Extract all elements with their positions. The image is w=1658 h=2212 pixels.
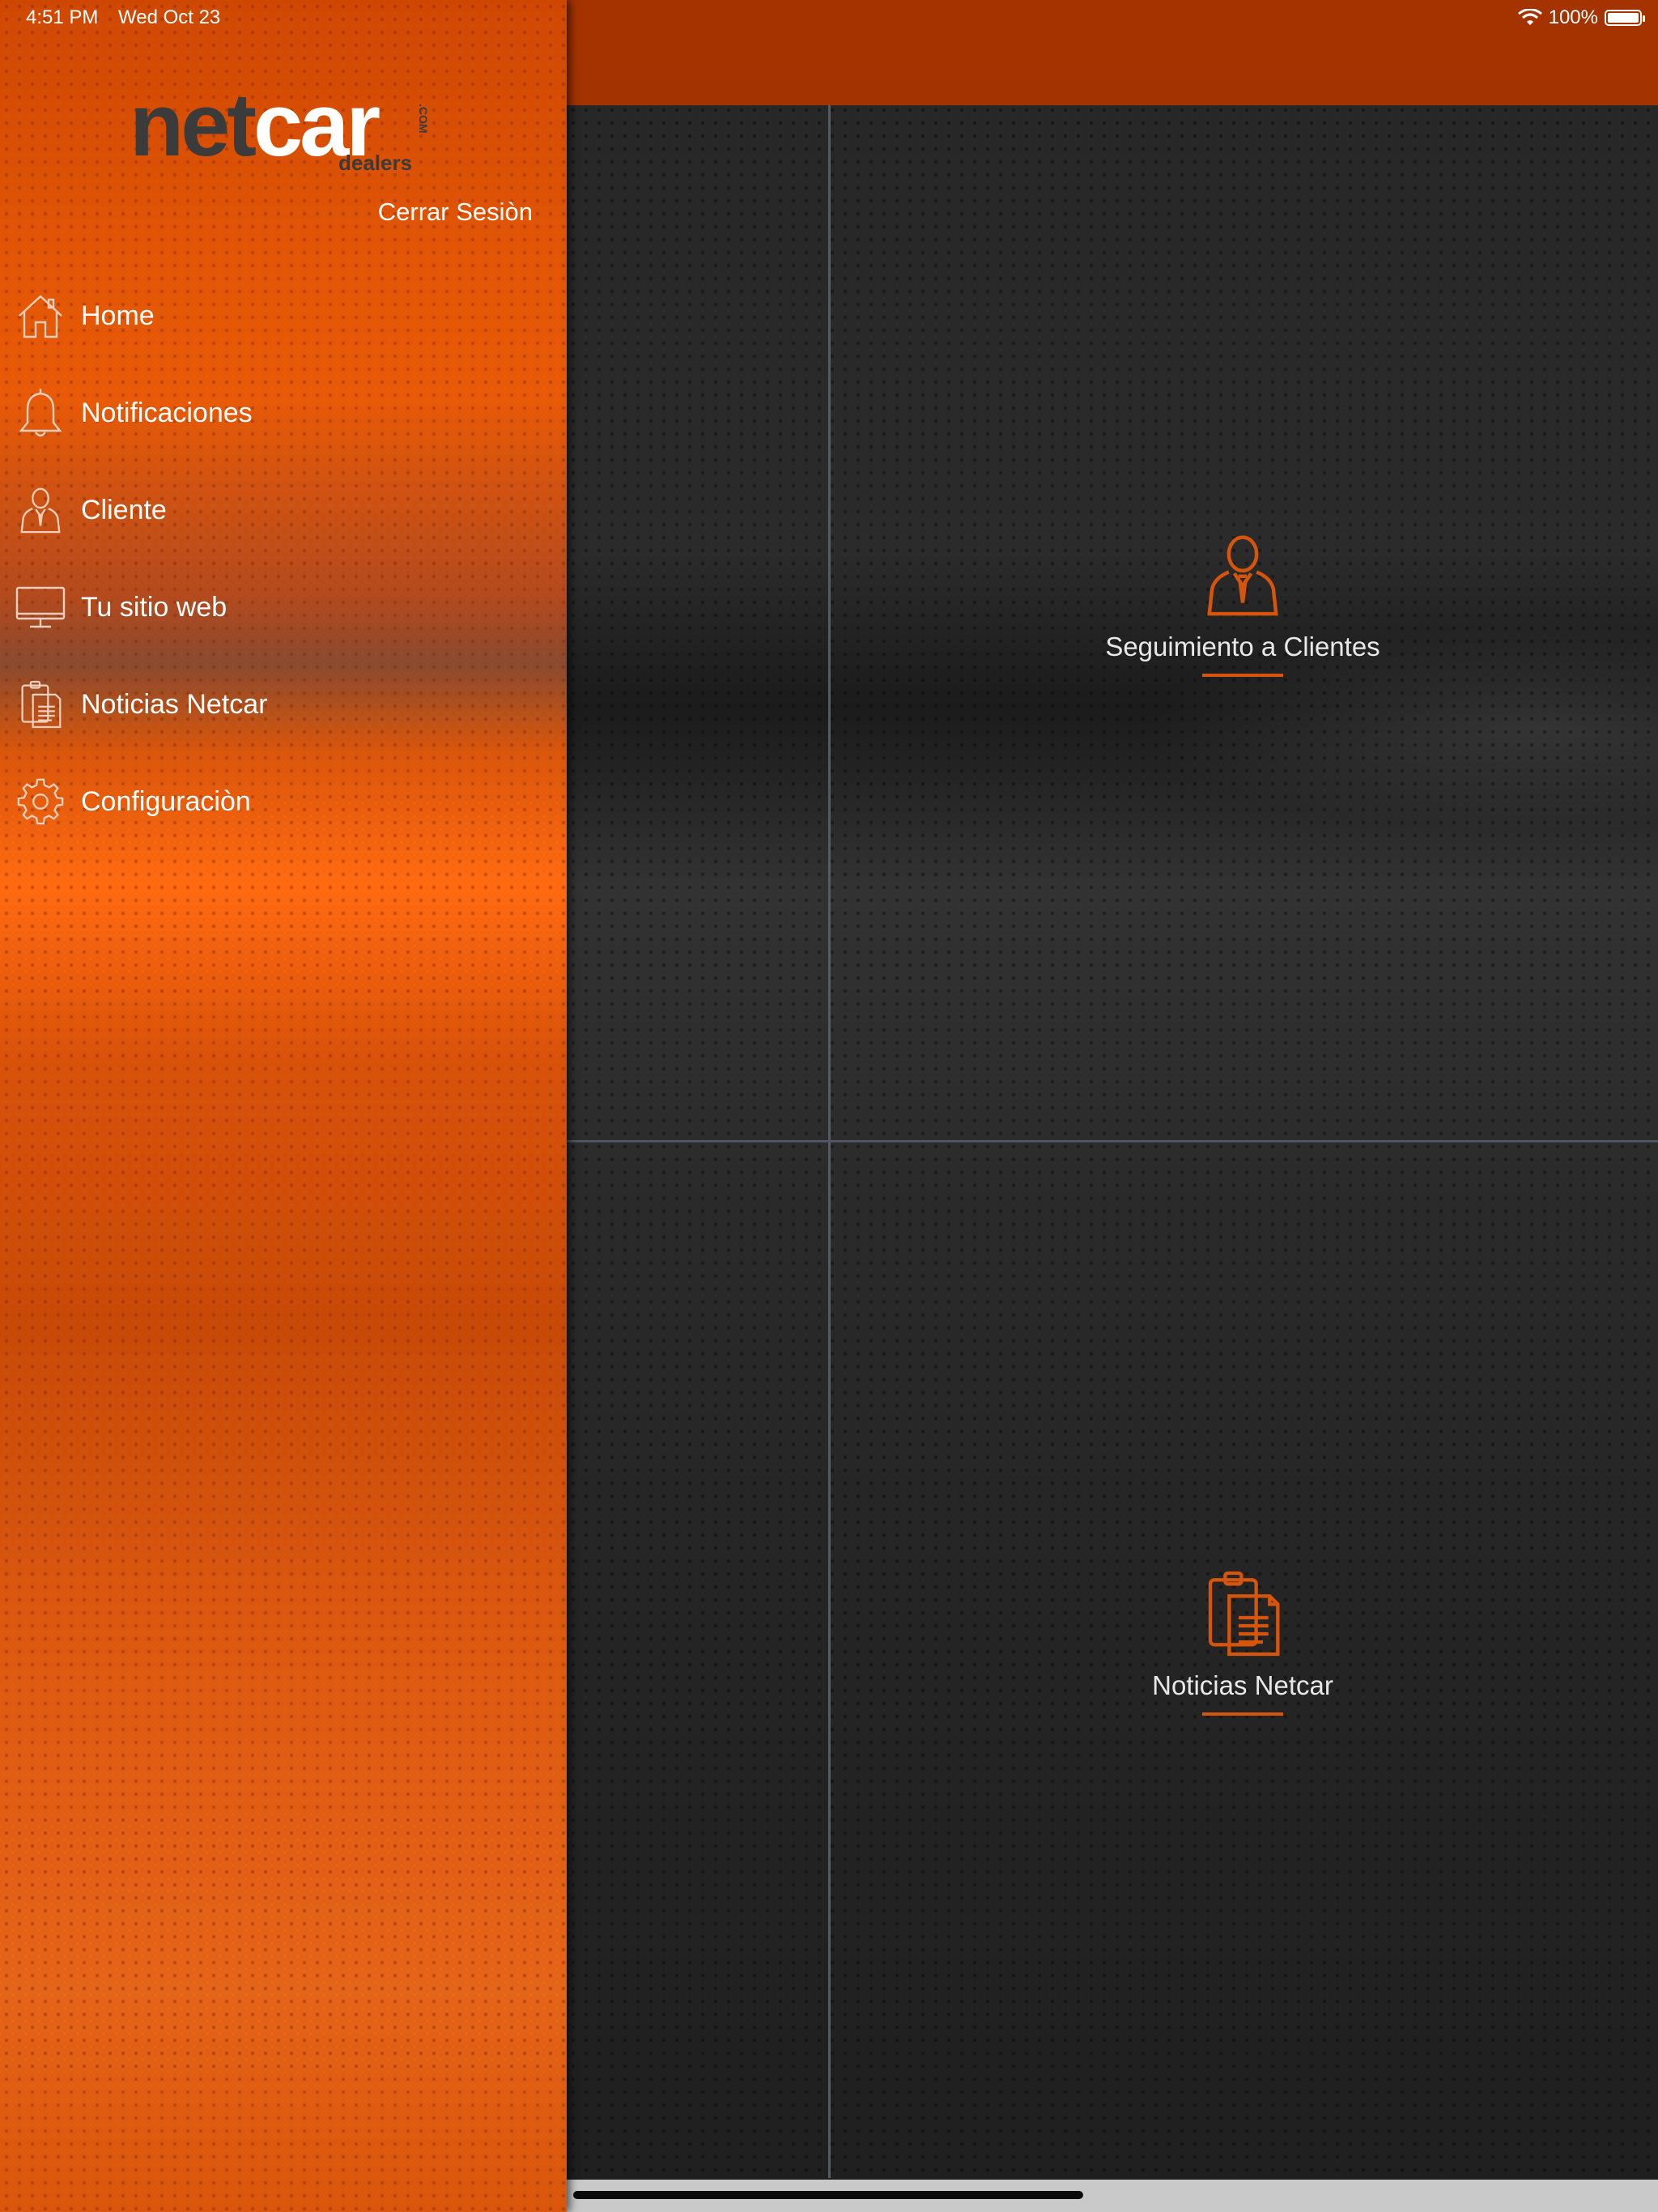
grid-divider-horizontal (567, 1140, 1658, 1142)
tile-seguimiento-clientes[interactable]: Seguimiento a Clientes (1040, 530, 1445, 677)
home-icon (15, 290, 66, 342)
clipboard-icon (1208, 1571, 1280, 1657)
sidebar-item-home[interactable]: Home (0, 267, 567, 364)
battery-icon (1605, 10, 1645, 26)
status-date: Wed Oct 23 (118, 6, 221, 28)
sidebar-item-label: Configuraciòn (81, 785, 251, 817)
sidebar-menu: Home Notificaciones Cliente Tu sitio web… (0, 267, 567, 850)
status-bar-right: 100% (1517, 6, 1645, 29)
sidebar-item-label: Noticias Netcar (81, 688, 268, 720)
logout-button[interactable]: Cerrar Sesiòn (378, 198, 533, 227)
home-indicator[interactable] (573, 2191, 1083, 2199)
sidebar-item-noticias[interactable]: Noticias Netcar (0, 656, 567, 753)
sidebar-item-label: Notificaciones (81, 397, 253, 428)
status-time: 4:51 PM (26, 6, 99, 28)
tile-underline (1202, 1712, 1283, 1716)
wifi-icon (1517, 9, 1542, 25)
top-bar (567, 0, 1658, 105)
netcar-logo: netcar .COM dealers (130, 81, 430, 176)
tile-label: Noticias Netcar (1152, 1670, 1333, 1700)
sidebar-item-cliente[interactable]: Cliente (0, 462, 567, 559)
tile-label: Seguimiento a Clientes (1105, 632, 1380, 661)
sidebar-item-configuracion[interactable]: Configuraciòn (0, 753, 567, 850)
sidebar-item-label: Tu sitio web (81, 591, 227, 623)
bell-icon (15, 387, 66, 439)
sidebar-item-notificaciones[interactable]: Notificaciones (0, 364, 567, 462)
sidebar-item-sitio-web[interactable]: Tu sitio web (0, 559, 567, 656)
client-icon (15, 484, 66, 536)
logo-net-text: net (130, 75, 257, 175)
tile-underline (1202, 674, 1283, 677)
sidebar-item-label: Cliente (81, 494, 167, 525)
battery-percent: 100% (1548, 6, 1598, 28)
logo-com-text: .COM (417, 104, 430, 134)
sidebar: 4:51 PM Wed Oct 23 netcar .COM dealers C… (0, 0, 567, 2212)
monitor-icon (15, 581, 66, 633)
gear-icon (15, 776, 66, 827)
sidebar-item-label: Home (81, 300, 155, 331)
main-area: Seguimiento a Clientes Noticias Netcar (567, 0, 1658, 2212)
logo-dealers-text: dealers (338, 151, 413, 175)
home-indicator-bar (567, 2180, 1658, 2212)
client-icon (1207, 535, 1278, 616)
tile-noticias-netcar[interactable]: Noticias Netcar (1040, 1569, 1445, 1716)
clipboard-icon (15, 678, 66, 730)
